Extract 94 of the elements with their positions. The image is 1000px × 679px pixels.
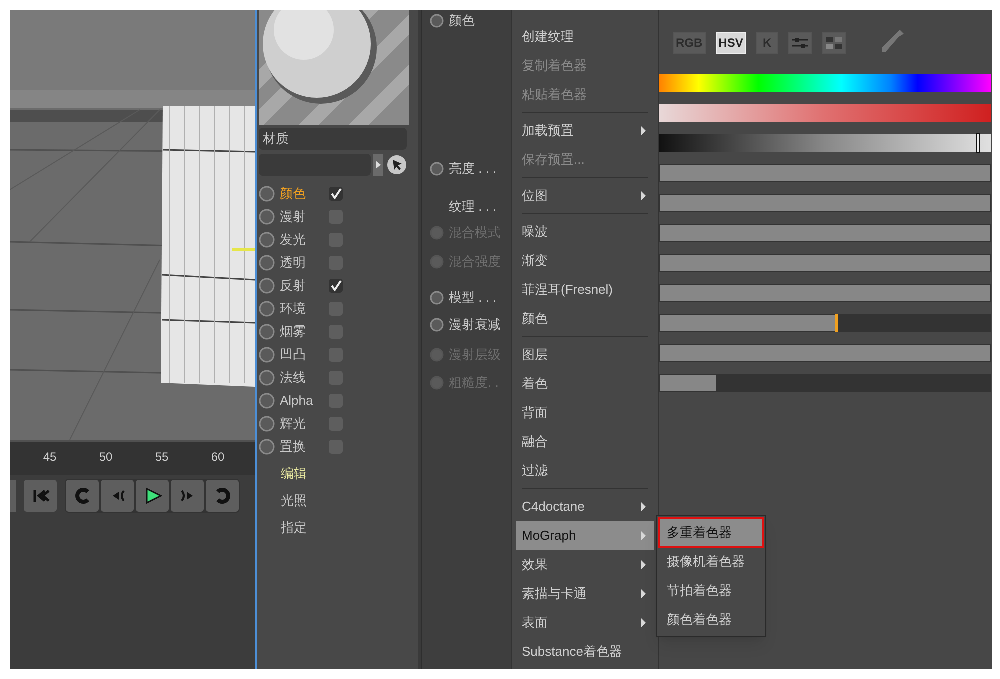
radio-icon [259, 278, 275, 294]
menu-item[interactable]: 表面 [516, 608, 654, 637]
radio-icon [259, 324, 275, 340]
checkbox[interactable] [329, 278, 343, 292]
play-button[interactable] [136, 480, 169, 512]
channel-label[interactable]: 反射 [280, 276, 324, 296]
attribute-label[interactable]: 亮度 . . . [449, 159, 497, 179]
radio-icon [430, 291, 444, 305]
radio-icon [430, 348, 444, 362]
channel-label[interactable]: Alpha [280, 390, 324, 410]
radio-icon [430, 376, 444, 390]
tab[interactable]: 光照 [281, 487, 416, 514]
radio-icon [259, 416, 275, 432]
radio-icon [259, 208, 275, 224]
menu-item[interactable]: 过滤 [516, 456, 654, 485]
channel-label[interactable]: 环境 [280, 298, 324, 318]
channel-label[interactable]: 发光 [280, 230, 324, 250]
radio-icon [259, 300, 275, 316]
radio-icon [259, 186, 275, 202]
menu-item[interactable]: 图层 [516, 340, 654, 369]
color-mode-button[interactable] [822, 32, 846, 54]
frame-number: 55 [154, 449, 170, 466]
radio-icon [259, 346, 275, 362]
radio-icon [259, 392, 275, 408]
menu-item[interactable]: 效果 [516, 550, 654, 579]
play-icon [144, 487, 162, 505]
radio-icon [430, 14, 444, 28]
menu-item[interactable]: 颜色 [516, 304, 654, 333]
attribute-label[interactable]: 纹理 . . . [449, 197, 497, 217]
loop-forward-icon [214, 487, 232, 505]
radio-icon [430, 162, 444, 176]
menu-item[interactable]: 加载预置 [516, 116, 654, 145]
menu-item[interactable]: 素描与卡通 [516, 579, 654, 608]
channel-label[interactable]: 漫射 [280, 206, 324, 226]
channel-label[interactable]: 置换 [280, 436, 324, 456]
channel-label[interactable]: 凹凸 [280, 344, 324, 364]
transport-button[interactable] [206, 480, 239, 512]
menu-item[interactable]: 位图 [516, 181, 654, 210]
radio-icon [430, 255, 444, 269]
menu-item[interactable]: 创建纹理 [516, 22, 654, 51]
transport-button[interactable] [24, 480, 57, 512]
frame-number: 50 [98, 449, 114, 466]
eyedropper-icon[interactable] [880, 28, 904, 54]
check-icon [330, 188, 342, 200]
radio-icon [259, 438, 275, 454]
attribute-label[interactable]: 漫射衰减 [449, 315, 501, 335]
radio-icon [430, 226, 444, 240]
menu-item[interactable]: 背面 [516, 398, 654, 427]
menu-item[interactable]: 渐变 [516, 246, 654, 275]
channel-label[interactable]: 辉光 [280, 414, 324, 434]
menu-item[interactable]: 噪波 [516, 217, 654, 246]
menu-item[interactable]: 融合 [516, 427, 654, 456]
menu-item[interactable]: 颜色着色器 [659, 605, 763, 634]
menu-item[interactable]: MoGraph [516, 521, 654, 550]
radio-icon [259, 370, 275, 386]
menu-item[interactable]: C4doctane [516, 492, 654, 521]
radio-icon [259, 254, 275, 270]
timeline-ruler[interactable]: 45 50 55 60 [10, 440, 255, 475]
menu-item[interactable]: 菲涅耳(Fresnel) [516, 275, 654, 304]
frame-number: 60 [210, 449, 226, 466]
radio-icon [259, 232, 275, 248]
swatches-icon [825, 36, 844, 50]
caret-icon [376, 161, 380, 169]
menu-item[interactable]: 节拍着色器 [659, 576, 763, 605]
value-slider[interactable] [659, 134, 991, 152]
color-mode-button[interactable]: HSV [716, 32, 746, 54]
menu-item[interactable]: 着色 [516, 369, 654, 398]
channel-label[interactable]: 透明 [280, 252, 324, 272]
dropdown-arrow-button[interactable] [373, 154, 383, 176]
color-mode-button[interactable] [788, 32, 812, 54]
slider-track[interactable] [659, 374, 991, 392]
loop-back-icon [74, 487, 92, 505]
transport-button[interactable] [66, 480, 99, 512]
checkbox[interactable] [329, 186, 343, 200]
material-name-field[interactable]: 材质 [259, 128, 407, 150]
slider-thumb[interactable] [976, 133, 980, 153]
menu-item[interactable]: 多重着色器 [659, 518, 763, 547]
radio-icon [430, 318, 444, 332]
channel-label[interactable]: 烟雾 [280, 322, 324, 342]
tab[interactable]: 编辑 [281, 460, 416, 487]
slider-track[interactable] [659, 314, 991, 332]
menu-item[interactable]: 摄像机着色器 [659, 547, 763, 576]
attribute-label[interactable]: 颜色 [449, 11, 475, 31]
attribute-label[interactable]: 模型 . . . [449, 288, 497, 308]
pointer-icon[interactable] [387, 155, 407, 175]
check-icon [330, 280, 342, 292]
channel-label[interactable]: 法线 [280, 368, 324, 388]
slider-marker[interactable] [834, 314, 838, 332]
tab[interactable]: 指定 [281, 514, 416, 541]
menu-item[interactable]: Substance着色器 [516, 637, 654, 666]
go-to-start-icon [32, 487, 50, 505]
frame-number: 45 [42, 449, 58, 466]
channel-label[interactable]: 颜色 [280, 184, 324, 204]
sliders-icon [791, 36, 810, 50]
